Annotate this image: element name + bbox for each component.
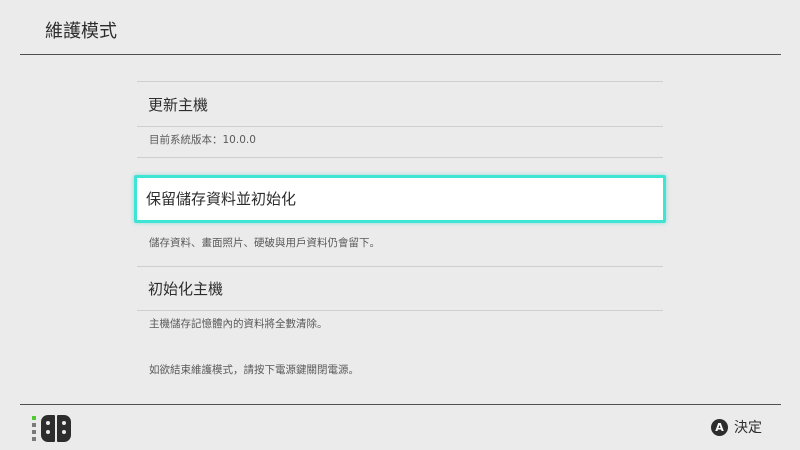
exit-instructions: 如欲結束維護模式，請按下電源鍵關閉電源。 (149, 364, 359, 376)
menu-item-init-keep-save-data[interactable]: 保留儲存資料並初始化 (134, 175, 666, 223)
header-divider (20, 54, 781, 55)
divider (137, 157, 663, 158)
a-button-icon: A (711, 419, 728, 436)
joycon-controller-icon (32, 415, 72, 443)
init-keep-save-description: 儲存資料、畫面照片、硬破與用戶資料仍會留下。 (149, 237, 380, 249)
menu-item-label: 初始化主機 (148, 280, 224, 298)
left-joycon-icon (41, 415, 55, 442)
divider (137, 266, 663, 267)
init-console-description: 主機儲存記憶體內的資料將全數清除。 (149, 318, 328, 330)
footer-divider (20, 404, 781, 405)
system-version-text: 目前系統版本：10.0.0 (149, 134, 256, 146)
player-indicator (32, 416, 36, 444)
right-joycon-icon (57, 415, 71, 442)
header-bar: 維護模式 (0, 0, 800, 54)
divider (137, 81, 663, 82)
menu-item-label: 保留儲存資料並初始化 (146, 190, 297, 208)
confirm-button[interactable]: 決定 (734, 418, 762, 438)
page-title: 維護模式 (45, 21, 117, 42)
divider (137, 310, 663, 311)
menu-item-label: 更新主機 (148, 96, 209, 114)
divider (137, 126, 663, 127)
